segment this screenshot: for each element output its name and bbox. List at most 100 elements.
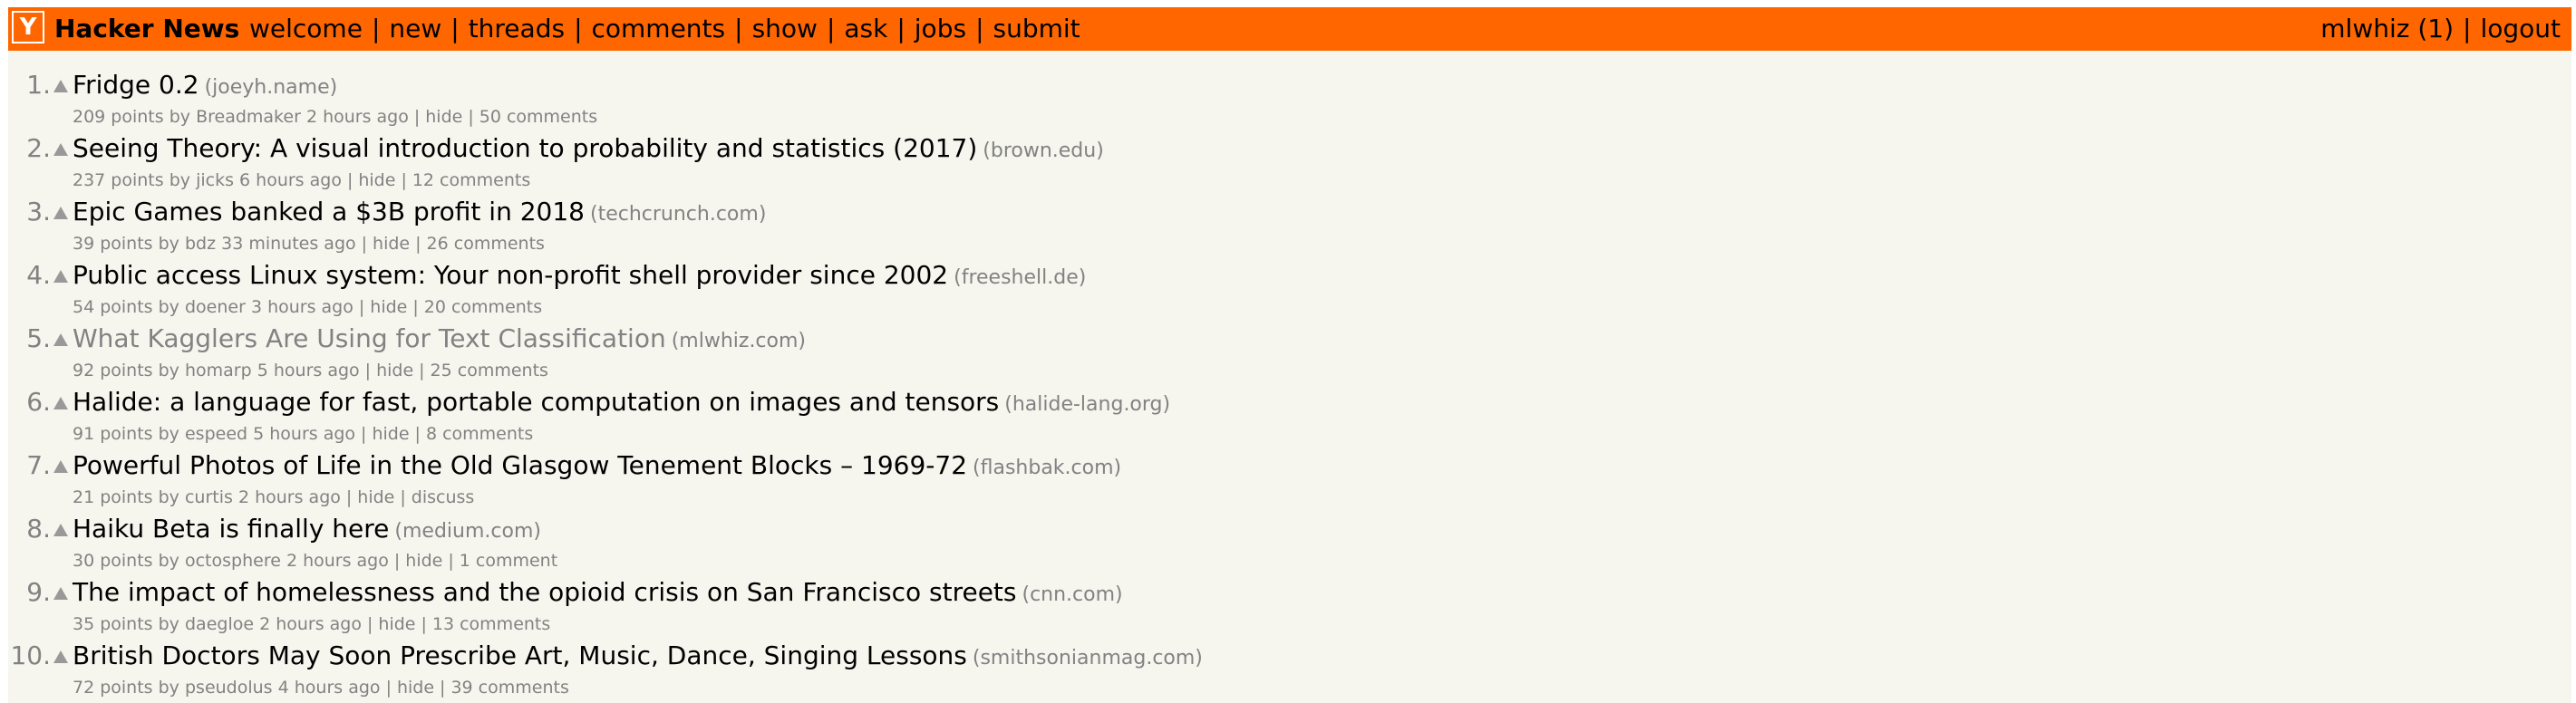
story-user-link[interactable]: jicks [196, 170, 234, 190]
comments-link[interactable]: 1 comment [460, 551, 557, 571]
hide-link[interactable]: hide [373, 234, 410, 254]
story-title-link[interactable]: Seeing Theory: A visual introduction to … [73, 133, 977, 163]
story-title-link[interactable]: What Kagglers Are Using for Text Classif… [73, 323, 666, 353]
subtext-separator: | [364, 361, 372, 380]
story-age-link[interactable]: 2 hours ago [286, 551, 389, 571]
story-subtext: 91 points by espeed 5 hours ago | hide | 8 c… [73, 424, 533, 444]
nav-separator: | [450, 14, 460, 43]
story-site-link[interactable]: (halide-lang.org) [1004, 393, 1170, 416]
hide-link[interactable]: hide [378, 614, 415, 634]
story-by-label: by [158, 678, 179, 698]
story-user-link[interactable]: Breadmaker [196, 107, 301, 127]
upvote-arrow-icon[interactable] [53, 143, 68, 156]
story-age-link[interactable]: 4 hours ago [278, 678, 381, 698]
story-title-link[interactable]: The impact of homelessness and the opioi… [73, 577, 1016, 607]
comments-link[interactable]: 20 comments [424, 297, 542, 317]
story-age-link[interactable]: 5 hours ago [257, 361, 360, 380]
nav-link-comments[interactable]: comments [592, 14, 726, 43]
comments-link[interactable]: 25 comments [431, 361, 548, 380]
comments-link[interactable]: 26 comments [427, 234, 545, 254]
subtext-separator: | [413, 107, 421, 127]
story-site-link[interactable]: (flashbak.com) [973, 457, 1121, 479]
hide-link[interactable]: hide [357, 487, 394, 507]
story-title-link[interactable]: Powerful Photos of Life in the Old Glasg… [73, 450, 967, 480]
story-user-link[interactable]: daegloe [185, 614, 254, 634]
subtext-separator: | [346, 170, 353, 190]
upvote-arrow-icon[interactable] [53, 650, 68, 663]
hide-link[interactable]: hide [376, 361, 413, 380]
nav-link-show[interactable]: show [752, 14, 818, 43]
upvote-arrow-icon[interactable] [53, 524, 68, 536]
story-subtext: 54 points by doener 3 hours ago | hide | 20 … [73, 297, 542, 317]
subtext-separator: | [358, 297, 365, 317]
upvote-arrow-icon[interactable] [53, 397, 68, 409]
story-by-label: by [158, 361, 179, 380]
story-points: 72 points [73, 678, 153, 698]
user-profile-link[interactable]: mlwhiz (1) [2320, 14, 2454, 43]
story-site-link[interactable]: (mlwhiz.com) [672, 330, 806, 352]
nav-link-threads[interactable]: threads [469, 14, 565, 43]
comments-link[interactable]: discuss [412, 487, 475, 507]
upvote-arrow-icon[interactable] [53, 460, 68, 473]
comments-link[interactable]: 13 comments [432, 614, 550, 634]
comments-link[interactable]: 8 comments [426, 424, 533, 444]
hide-link[interactable]: hide [370, 297, 407, 317]
comments-link[interactable]: 50 comments [479, 107, 597, 127]
story-age-link[interactable]: 2 hours ago [259, 614, 362, 634]
hide-link[interactable]: hide [372, 424, 409, 444]
story-site-link[interactable]: (joeyh.name) [205, 76, 338, 99]
nav-link-jobs[interactable]: jobs [915, 14, 966, 43]
y-logo-icon[interactable]: Y [12, 11, 44, 43]
hide-link[interactable]: hide [425, 107, 462, 127]
nav-link-welcome[interactable]: welcome [249, 14, 363, 43]
story-site-link[interactable]: (medium.com) [394, 520, 541, 543]
comments-link[interactable]: 12 comments [412, 170, 530, 190]
story-title-link[interactable]: British Doctors May Soon Prescribe Art, … [73, 640, 967, 670]
upvote-arrow-icon[interactable] [53, 587, 68, 600]
comments-link[interactable]: 39 comments [450, 678, 568, 698]
story-rank: 8. [26, 514, 51, 544]
nav-link-submit[interactable]: submit [993, 14, 1080, 43]
story-points: 91 points [73, 424, 153, 444]
upvote-arrow-icon[interactable] [53, 80, 68, 92]
story-site-link[interactable]: (smithsonianmag.com) [973, 647, 1203, 669]
upvote-arrow-icon[interactable] [53, 333, 68, 346]
site-name-link[interactable]: Hacker News [54, 7, 239, 51]
story-age-link[interactable]: 2 hours ago [306, 107, 409, 127]
story-points: 54 points [73, 297, 153, 317]
story-title-link[interactable]: Fridge 0.2 [73, 70, 199, 100]
subtext-separator: | [421, 614, 427, 634]
story-user-link[interactable]: bdz [185, 234, 216, 254]
story-user-link[interactable]: homarp [185, 361, 252, 380]
nav-link-new[interactable]: new [389, 14, 441, 43]
story-title-line: Seeing Theory: A visual introduction to … [73, 133, 1104, 167]
story-user-link[interactable]: espeed [185, 424, 247, 444]
story-title-link[interactable]: Epic Games banked a $3B profit in 2018 [73, 197, 585, 226]
story-title-link[interactable]: Halide: a language for fast, portable co… [73, 387, 999, 417]
story-site-link[interactable]: (cnn.com) [1022, 583, 1122, 606]
story-age-link[interactable]: 6 hours ago [239, 170, 342, 190]
upvote-arrow-icon[interactable] [53, 207, 68, 219]
nav-link-ask[interactable]: ask [844, 14, 887, 43]
story-site-link[interactable]: (brown.edu) [983, 140, 1104, 162]
hide-link[interactable]: hide [358, 170, 395, 190]
story-age-link[interactable]: 33 minutes ago [221, 234, 356, 254]
story-title-link[interactable]: Public access Linux system: Your non-pro… [73, 260, 948, 290]
upvote-arrow-icon[interactable] [53, 270, 68, 283]
story-subtext: 237 points by jicks 6 hours ago | hide | 12 … [73, 170, 530, 190]
hide-link[interactable]: hide [397, 678, 434, 698]
logout-link[interactable]: logout [2480, 14, 2561, 43]
story-site-link[interactable]: (freeshell.de) [954, 266, 1086, 289]
story-user-link[interactable]: pseudolus [185, 678, 273, 698]
story-rank: 3. [26, 197, 51, 226]
subtext-separator: | [393, 551, 401, 571]
story-title-link[interactable]: Haiku Beta is finally here [73, 514, 389, 544]
story-age-link[interactable]: 3 hours ago [251, 297, 353, 317]
hide-link[interactable]: hide [405, 551, 442, 571]
story-user-link[interactable]: octosphere [185, 551, 281, 571]
story-age-link[interactable]: 5 hours ago [253, 424, 355, 444]
story-user-link[interactable]: curtis [185, 487, 233, 507]
story-age-link[interactable]: 2 hours ago [238, 487, 341, 507]
story-site-link[interactable]: (techcrunch.com) [590, 203, 766, 226]
story-user-link[interactable]: doener [185, 297, 246, 317]
